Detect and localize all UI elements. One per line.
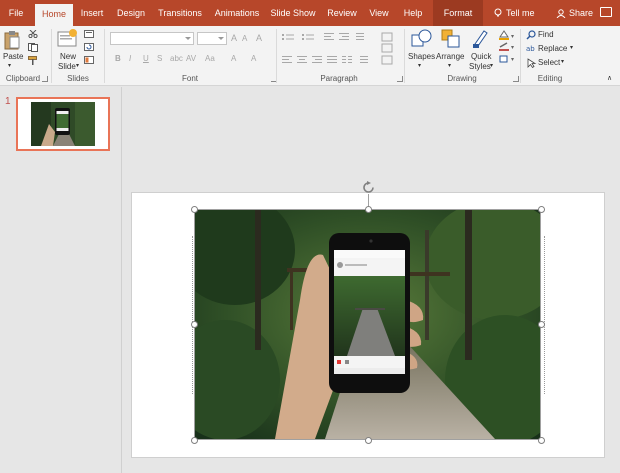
new-slide-label-1[interactable]: New	[60, 52, 76, 61]
tab-insert[interactable]: Insert	[75, 0, 109, 26]
replace-button[interactable]: Replace	[538, 44, 567, 53]
svg-text:▾: ▾	[511, 44, 514, 51]
character-spacing-icon[interactable]: AV	[186, 54, 196, 63]
change-case-button[interactable]: Aa	[205, 54, 215, 63]
arrange-label[interactable]: Arrange	[436, 52, 464, 61]
guide-line-right	[544, 236, 545, 394]
shadow-button[interactable]: S	[157, 54, 162, 63]
tab-review[interactable]: Review	[324, 0, 360, 26]
resize-handle-top[interactable]	[365, 206, 372, 213]
shapes-chevron-down-icon[interactable]: ▾	[418, 62, 421, 69]
replace-chevron-down-icon[interactable]: ▾	[570, 44, 573, 51]
select-button[interactable]: Select	[538, 58, 560, 67]
arrange-chevron-down-icon[interactable]: ▾	[448, 62, 451, 69]
drawing-launcher[interactable]	[513, 76, 519, 82]
tab-animations[interactable]: Animations	[210, 0, 264, 26]
tab-design[interactable]: Design	[112, 0, 150, 26]
font-color-button[interactable]: A	[251, 54, 256, 63]
quick-styles-label-1[interactable]: Quick	[471, 52, 491, 61]
quick-styles-label-2[interactable]: Styles	[469, 62, 491, 71]
picture-selection-box	[194, 209, 541, 440]
shrink-font-button[interactable]: A	[242, 34, 247, 43]
new-slide-chevron-down-icon[interactable]: ▾	[76, 62, 79, 69]
resize-handle-top-right[interactable]	[538, 206, 545, 213]
resize-handle-top-left[interactable]	[191, 206, 198, 213]
shapes-label[interactable]: Shapes	[408, 52, 435, 61]
tell-me-search[interactable]: Tell me	[506, 0, 535, 26]
copy-icon[interactable]	[28, 43, 40, 52]
tab-home[interactable]: Home	[35, 4, 73, 26]
font-group-label: Font	[181, 74, 198, 83]
paragraph-launcher[interactable]	[397, 76, 403, 82]
tab-help[interactable]: Help	[398, 0, 428, 26]
bold-button[interactable]: B	[115, 54, 121, 63]
svg-text:ab: ab	[526, 45, 535, 53]
pointer-icon[interactable]	[527, 58, 537, 68]
editing-group-label: Editing	[537, 74, 563, 83]
paragraph-icons[interactable]	[282, 32, 400, 66]
guide-line-left	[192, 236, 193, 394]
paragraph-group-label: Paragraph	[320, 74, 358, 83]
strikethrough-icon[interactable]: abc	[170, 54, 183, 63]
layout-icon[interactable]	[84, 30, 96, 39]
rotate-handle-icon[interactable]	[361, 180, 376, 195]
thumbnail-photo	[31, 102, 95, 146]
collapse-ribbon-chevron-up-icon[interactable]: ∧	[607, 74, 612, 82]
resize-handle-left[interactable]	[191, 321, 198, 328]
italic-button[interactable]: I	[129, 54, 131, 63]
format-painter-icon[interactable]	[28, 56, 38, 65]
shapes-icon[interactable]	[411, 29, 433, 49]
tab-transitions[interactable]: Transitions	[153, 0, 207, 26]
slide-thumbnail-pane: 1	[0, 87, 122, 473]
resize-handle-bottom-right[interactable]	[538, 437, 545, 444]
share-button[interactable]: Share	[569, 0, 593, 26]
slides-group-label: Slides	[67, 74, 89, 83]
tab-slide-show[interactable]: Slide Show	[268, 0, 318, 26]
arrange-icon[interactable]	[441, 29, 461, 49]
replace-icon[interactable]: ab	[526, 44, 536, 54]
quick-styles-chevron-down-icon[interactable]: ▾	[490, 62, 493, 69]
quick-styles-icon[interactable]	[472, 29, 490, 49]
resize-handle-bottom-left[interactable]	[191, 437, 198, 444]
ribbon-tab-bar: File Home Insert Design Transitions Anim…	[0, 0, 620, 26]
new-slide-icon[interactable]	[57, 29, 79, 49]
cut-icon[interactable]	[28, 30, 38, 38]
lightbulb-icon	[494, 8, 502, 17]
new-slide-label-2[interactable]: Slide	[58, 62, 76, 71]
shape-format-icons[interactable]: ▾ ▾ ▾	[498, 30, 516, 66]
drawing-group-label: Drawing	[447, 74, 477, 83]
slide-thumbnail[interactable]	[16, 97, 110, 151]
grow-font-button[interactable]: A	[231, 33, 237, 43]
resize-handle-right[interactable]	[538, 321, 545, 328]
slide-number: 1	[5, 96, 11, 107]
clear-formatting-button[interactable]: A	[256, 33, 262, 43]
underline-button[interactable]: U	[143, 54, 149, 63]
paste-label[interactable]: Paste	[3, 52, 23, 61]
clipboard-launcher[interactable]	[42, 76, 48, 82]
chevron-down-icon	[185, 37, 191, 40]
font-name-combobox[interactable]	[110, 32, 194, 45]
font-size-combobox[interactable]	[197, 32, 227, 45]
ribbon-home: Paste ▾ Clipboard New Slide ▾ Slides A A…	[0, 26, 620, 86]
tab-view[interactable]: View	[364, 0, 394, 26]
section-icon[interactable]	[84, 56, 96, 65]
svg-text:▾: ▾	[511, 56, 514, 63]
reset-icon[interactable]	[84, 43, 96, 52]
paste-chevron-down-icon[interactable]: ▾	[8, 62, 11, 69]
find-button[interactable]: Find	[538, 30, 554, 39]
chevron-down-icon	[218, 37, 224, 40]
tab-format[interactable]: Format	[433, 0, 483, 26]
select-chevron-down-icon[interactable]: ▾	[561, 58, 564, 65]
tab-file[interactable]: File	[2, 0, 30, 26]
svg-text:▾: ▾	[511, 33, 514, 40]
comment-icon[interactable]	[600, 7, 612, 17]
highlight-button[interactable]: A	[231, 54, 236, 63]
person-icon	[556, 9, 566, 18]
search-icon[interactable]	[526, 30, 536, 40]
resize-handle-bottom[interactable]	[365, 437, 372, 444]
thumbnail-image	[31, 102, 95, 146]
clipboard-group-label: Clipboard	[5, 74, 41, 83]
paste-icon[interactable]	[3, 30, 21, 50]
